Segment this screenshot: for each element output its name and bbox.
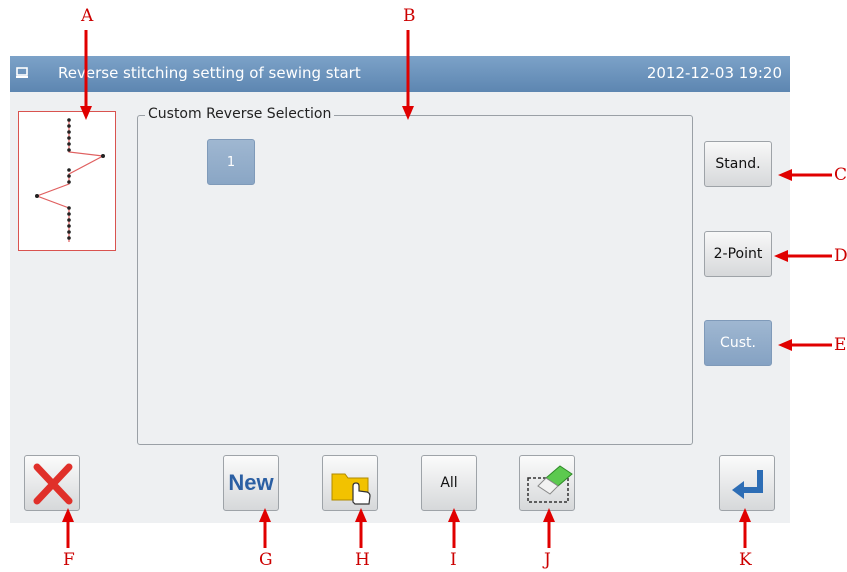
stitch-pattern-icon [35,118,105,242]
cancel-button[interactable] [24,455,80,511]
annotation-g: G [259,550,273,570]
standard-button[interactable]: Stand. [704,141,772,187]
all-button-label: All [440,475,458,491]
enter-return-icon [732,470,763,499]
annotation-c: C [834,165,847,185]
custom-button[interactable]: Cust. [704,320,772,366]
close-icon [33,463,73,505]
new-button-label: New [228,470,274,495]
open-folder-button[interactable] [322,455,378,511]
annotation-e: E [834,335,847,355]
date-time: 2012-12-03 19:20 [646,64,782,82]
annotation-f: F [63,550,75,570]
annotation-d: D [834,246,847,266]
two-point-button[interactable]: 2-Point [704,231,772,277]
erase-button[interactable] [519,455,575,511]
eraser-icon [527,465,573,503]
annotation-b: B [403,6,416,26]
panel-legend: Custom Reverse Selection [145,106,335,122]
annotation-i: I [450,550,457,570]
all-button[interactable]: All [421,455,477,511]
annotation-a: A [81,6,94,26]
annotation-j: J [544,550,551,570]
window-title: Reverse stitching setting of sewing star… [58,64,361,82]
folder-hand-icon [331,473,371,505]
confirm-button[interactable] [719,455,775,511]
annotation-h: H [355,550,370,570]
custom-pattern-button[interactable]: 1 [207,139,255,185]
monitor-icon [16,67,28,78]
new-button[interactable]: New [223,455,279,511]
annotation-k: K [739,550,752,570]
stitch-preview [18,111,116,251]
title-bar: Reverse stitching setting of sewing star… [10,56,790,92]
